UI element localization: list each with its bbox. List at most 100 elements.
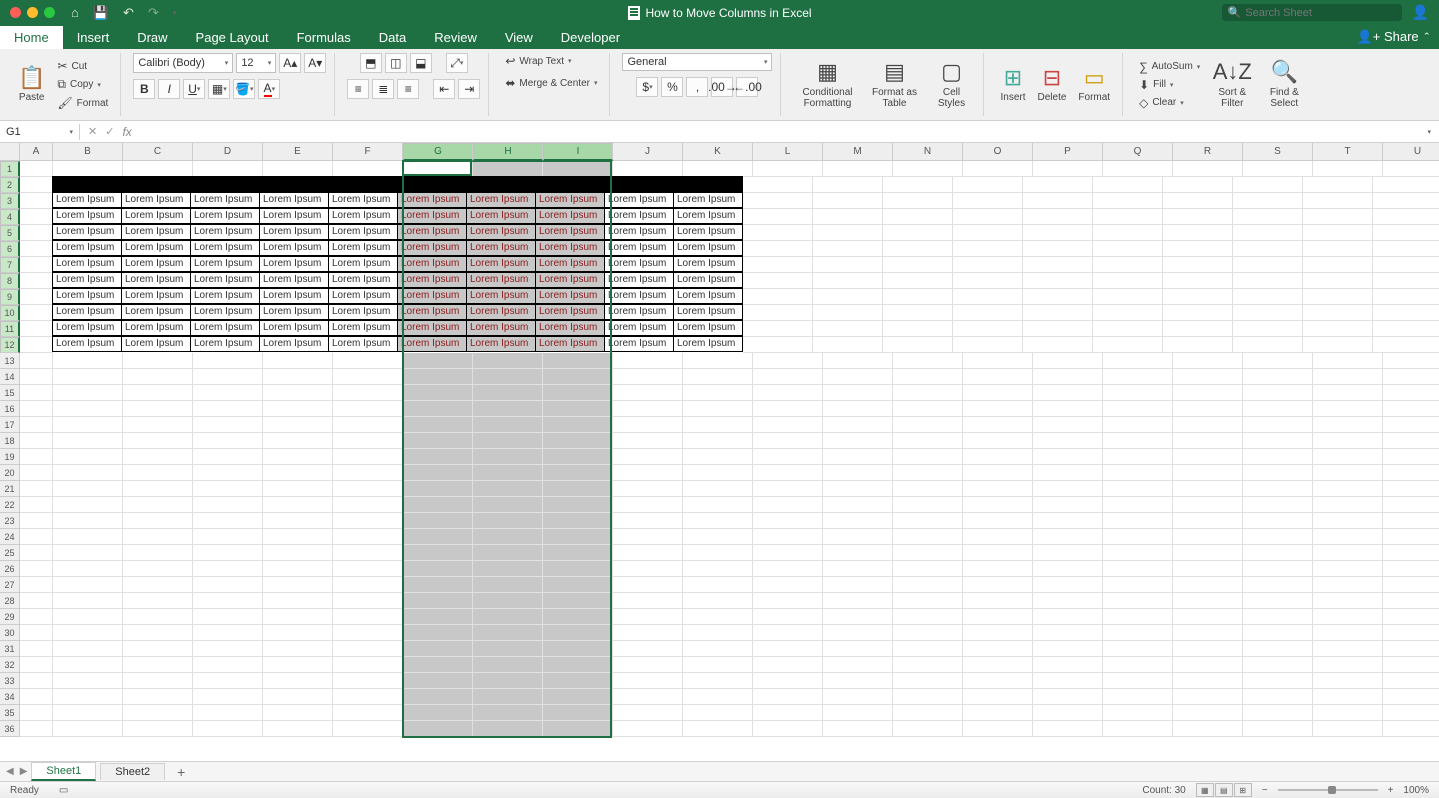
cell-G34[interactable] [403,689,473,705]
cell-K17[interactable] [683,417,753,433]
cell-U4[interactable] [1373,209,1439,225]
tab-data[interactable]: Data [365,26,420,49]
cell-L32[interactable] [753,657,823,673]
cell-P34[interactable] [1033,689,1103,705]
cell-S21[interactable] [1243,481,1313,497]
cell-N31[interactable] [893,641,963,657]
cell-L25[interactable] [753,545,823,561]
cell-E20[interactable] [263,465,333,481]
cell-R19[interactable] [1173,449,1243,465]
cell-L21[interactable] [753,481,823,497]
cell-H35[interactable] [473,705,543,721]
cell-G3[interactable]: Lorem Ipsum [397,192,467,208]
fill-color-button[interactable]: 🪣▾ [233,79,255,99]
cell-H12[interactable]: Lorem Ipsum [466,336,536,352]
cell-J33[interactable] [613,673,683,689]
cell-U3[interactable] [1373,193,1439,209]
cell-C35[interactable] [123,705,193,721]
cell-F20[interactable] [333,465,403,481]
cell-J1[interactable] [613,161,683,177]
cell-R18[interactable] [1173,433,1243,449]
macro-icon[interactable]: ▭ [59,785,68,796]
cell-S20[interactable] [1243,465,1313,481]
cell-U31[interactable] [1383,641,1439,657]
cell-Q16[interactable] [1103,401,1173,417]
cell-K33[interactable] [683,673,753,689]
cell-T5[interactable] [1303,225,1373,241]
cell-T29[interactable] [1313,609,1383,625]
copy-button[interactable]: ⧉Copy ▾ [53,76,112,93]
cell-R3[interactable] [1163,193,1233,209]
row-header-23[interactable]: 23 [0,513,20,529]
cells-area[interactable]: Lorem Ipsum Lorem Ipsum Lorem Ipsum Lorem I… [20,161,1439,745]
cell-C19[interactable] [123,449,193,465]
cell-M25[interactable] [823,545,893,561]
cell-P15[interactable] [1033,385,1103,401]
cell-C36[interactable] [123,721,193,737]
cell-G16[interactable] [403,401,473,417]
cell-A21[interactable] [20,481,53,497]
cell-Q5[interactable] [1093,225,1163,241]
cell-N2[interactable] [883,177,953,193]
cell-A14[interactable] [20,369,53,385]
cell-C1[interactable] [123,161,193,177]
percent-icon[interactable]: % [661,77,683,97]
cell-H1[interactable] [473,161,543,177]
cell-R15[interactable] [1173,385,1243,401]
cell-S29[interactable] [1243,609,1313,625]
decrease-decimal-icon[interactable]: ←.00 [736,77,758,97]
cell-N28[interactable] [893,593,963,609]
cell-C12[interactable]: Lorem Ipsum [121,336,191,352]
cell-T23[interactable] [1313,513,1383,529]
cell-C14[interactable] [123,369,193,385]
bold-button[interactable]: B [133,79,155,99]
cell-P27[interactable] [1033,577,1103,593]
cell-T22[interactable] [1313,497,1383,513]
cell-H18[interactable] [473,433,543,449]
cell-N25[interactable] [893,545,963,561]
cell-Q15[interactable] [1103,385,1173,401]
search-input[interactable] [1245,7,1395,19]
close-window-icon[interactable] [10,7,21,18]
cell-B4[interactable]: Lorem Ipsum [52,208,122,224]
expand-formula-icon[interactable]: ▾ [1419,128,1439,136]
cell-O30[interactable] [963,625,1033,641]
cell-N17[interactable] [893,417,963,433]
minimize-window-icon[interactable] [27,7,38,18]
cell-I3[interactable]: Lorem Ipsum [535,192,605,208]
cell-D36[interactable] [193,721,263,737]
cut-button[interactable]: ✂Cut [53,58,112,74]
cell-B24[interactable] [53,529,123,545]
cell-J29[interactable] [613,609,683,625]
tab-page-layout[interactable]: Page Layout [182,26,283,49]
clear-button[interactable]: ◇Clear ▾ [1135,95,1204,111]
cell-O34[interactable] [963,689,1033,705]
cell-D16[interactable] [193,401,263,417]
cell-Q25[interactable] [1103,545,1173,561]
cell-L13[interactable] [753,353,823,369]
cell-A1[interactable] [20,161,53,177]
row-header-21[interactable]: 21 [0,481,20,497]
merge-center-button[interactable]: ⬌Merge & Center ▾ [501,75,601,91]
cell-M34[interactable] [823,689,893,705]
cell-R26[interactable] [1173,561,1243,577]
cell-K29[interactable] [683,609,753,625]
cell-D7[interactable]: Lorem Ipsum [190,256,260,272]
sheet-tab-1[interactable]: Sheet1 [31,762,96,781]
cell-N1[interactable] [893,161,963,177]
orientation-icon[interactable]: ⤢▾ [446,53,468,73]
cell-N35[interactable] [893,705,963,721]
cell-S13[interactable] [1243,353,1313,369]
cell-F13[interactable] [333,353,403,369]
cell-R17[interactable] [1173,417,1243,433]
cell-S18[interactable] [1243,433,1313,449]
cell-E12[interactable]: Lorem Ipsum [259,336,329,352]
comma-icon[interactable]: , [686,77,708,97]
row-header-6[interactable]: 6 [0,241,20,257]
col-header-N[interactable]: N [893,143,963,161]
cell-K18[interactable] [683,433,753,449]
cell-F9[interactable]: Lorem Ipsum [328,288,398,304]
cell-S2[interactable] [1233,177,1303,193]
cell-E21[interactable] [263,481,333,497]
cell-M21[interactable] [823,481,893,497]
